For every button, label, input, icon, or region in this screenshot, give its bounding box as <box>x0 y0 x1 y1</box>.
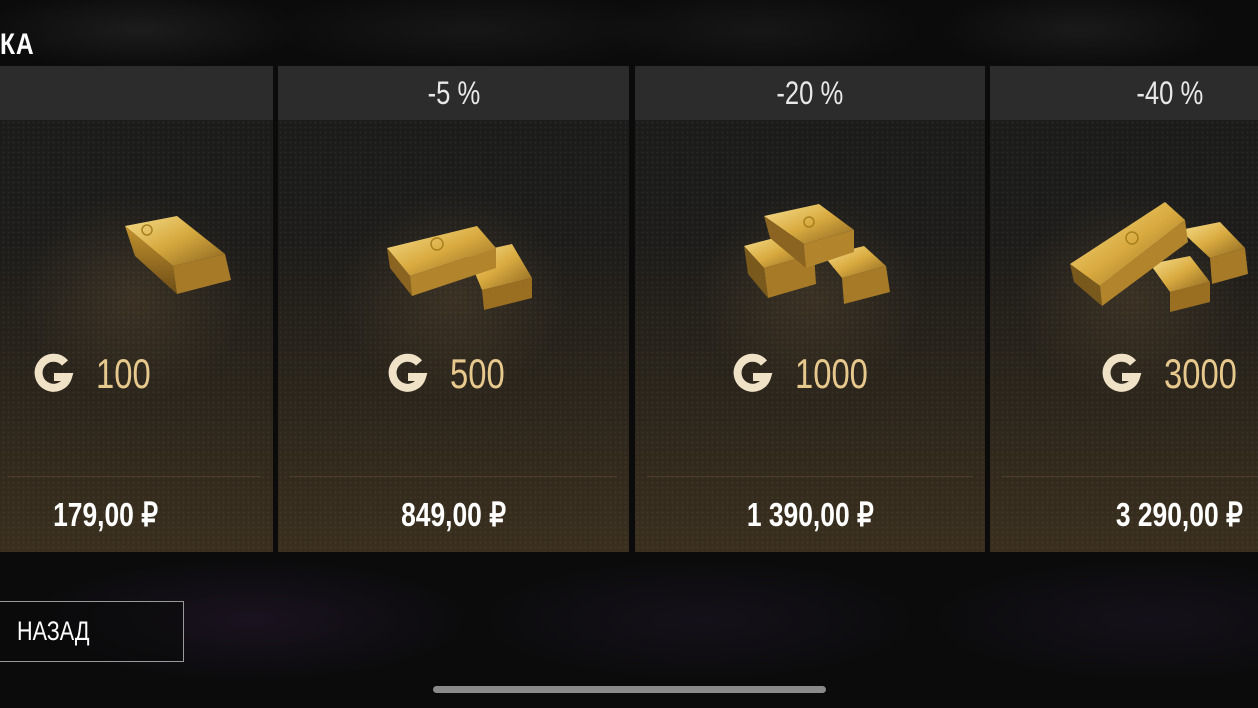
gold-currency-icon <box>733 353 773 392</box>
offer-card-500[interactable]: -5 % 500 849,00 ₽ <box>278 66 629 552</box>
discount-header <box>0 66 273 120</box>
offer-card-1000[interactable]: -20 % 1000 1 390,00 ₽ <box>635 66 985 552</box>
discount-header: -40 % <box>990 66 1258 120</box>
divider <box>1002 476 1258 477</box>
divider <box>647 476 973 477</box>
gold-currency-icon <box>1102 353 1142 392</box>
divider <box>8 476 261 477</box>
gold-currency-icon <box>34 353 74 392</box>
offer-card-100[interactable]: 100 179,00 ₽ <box>0 66 273 552</box>
price-label: 1 390,00 ₽ <box>746 495 874 533</box>
price-label: 3 290,00 ₽ <box>1115 495 1243 533</box>
gold-amount: 3000 <box>1164 350 1237 397</box>
gold-bar-single-icon <box>85 186 265 316</box>
gold-amount: 100 <box>96 350 151 397</box>
amount-row: 500 <box>278 346 629 402</box>
offer-card-3000[interactable]: -40 % 3000 3 290,00 ₽ <box>990 66 1258 552</box>
gold-bars-two-icon <box>372 186 552 316</box>
gold-bars-pyramid-icon <box>734 186 914 316</box>
amount-row: 3000 <box>990 346 1258 402</box>
discount-header: -20 % <box>635 66 985 120</box>
amount-row: 1000 <box>635 346 985 402</box>
gold-bars-pile-icon <box>1070 186 1250 316</box>
gold-amount: 500 <box>450 350 506 397</box>
amount-row: 100 <box>0 346 273 402</box>
discount-header: -5 % <box>278 66 629 120</box>
gold-amount: 1000 <box>795 350 869 397</box>
price-label: 179,00 ₽ <box>53 495 158 533</box>
page-title: КА <box>0 28 35 61</box>
divider <box>290 476 617 477</box>
gold-currency-icon <box>389 353 428 392</box>
home-indicator[interactable] <box>433 686 826 693</box>
back-button[interactable]: НАЗАД <box>0 601 184 662</box>
price-label: 849,00 ₽ <box>401 495 506 533</box>
